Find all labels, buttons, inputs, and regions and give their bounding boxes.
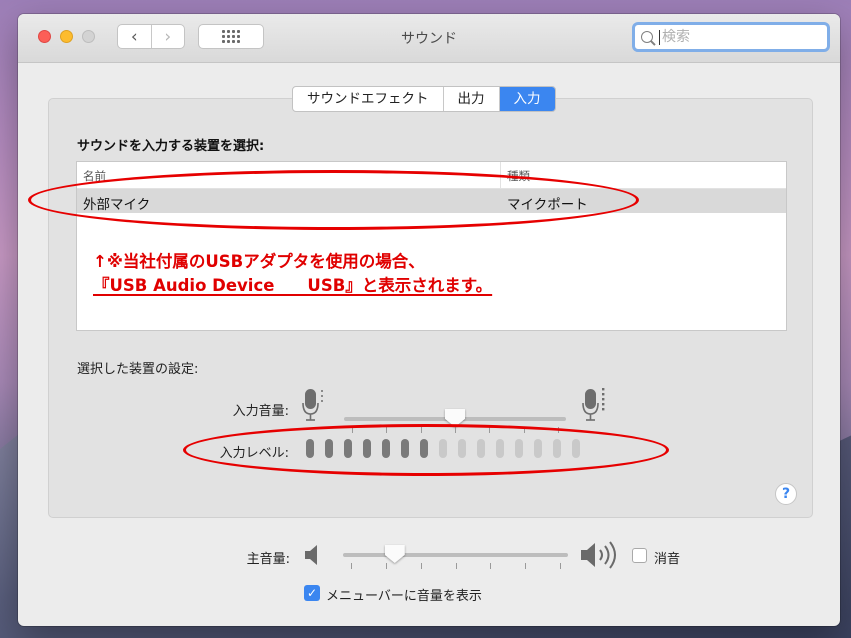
microphone-high-icon [582, 388, 605, 421]
device-select-heading: サウンドを入力する装置を選択: [77, 139, 265, 154]
microphone-low-icon [302, 389, 323, 421]
tab-sound-effects[interactable]: サウンドエフェクト [293, 87, 443, 111]
tab-output[interactable]: 出力 [442, 87, 499, 111]
speaker-high-icon [581, 541, 616, 569]
slider-tick [352, 427, 353, 433]
device-table: 名前 種類 外部マイク マイクポート ↑※当社付属のUSBアダプタを使用の場合、… [76, 161, 787, 331]
annotation-line-1: ↑※当社付属のUSBアダプタを使用の場合、 [93, 252, 425, 271]
slider-tick [420, 427, 422, 433]
input-panel: サウンドを入力する装置を選択: 名前 種類 外部マイク マイクポート ↑※当社付… [48, 98, 813, 518]
help-button[interactable]: ? [775, 483, 797, 505]
table-header: 名前 種類 [77, 162, 786, 189]
main-volume-label: 主音量: [246, 552, 290, 567]
slider-tick [351, 563, 352, 569]
device-name-cell: 外部マイク [83, 197, 151, 213]
level-bar [363, 439, 371, 458]
level-bar [477, 439, 485, 458]
slider-tick [455, 563, 457, 569]
level-bar [534, 439, 542, 458]
device-settings-heading: 選択した装置の設定: [77, 362, 199, 377]
input-volume-label: 入力音量: [232, 404, 289, 419]
show-volume-in-menu-bar-label: メニューバーに音量を表示 [326, 589, 482, 604]
slider-tick [560, 563, 561, 569]
annotation-line-2: 『USB Audio Device USB』と表示されます。 [93, 276, 493, 295]
column-header-type[interactable]: 種類 [507, 168, 530, 184]
search-placeholder: 検索 [659, 29, 690, 45]
table-row[interactable]: 外部マイク マイクポート [77, 189, 786, 213]
show-volume-in-menu-bar-checkbox[interactable]: ✓ [304, 585, 320, 601]
slider-tick [455, 427, 456, 433]
tab-bar: サウンドエフェクト 出力 入力 [292, 86, 556, 112]
level-bar [325, 439, 333, 458]
level-bar [515, 439, 523, 458]
input-level-label: 入力レベル: [219, 446, 289, 461]
checkmark-icon: ✓ [306, 586, 318, 600]
level-bar [572, 439, 580, 458]
column-header-name[interactable]: 名前 [83, 168, 106, 184]
search-icon [641, 31, 653, 43]
level-bar [401, 439, 409, 458]
level-bar [306, 439, 314, 458]
title-bar: ‹ › サウンド 検索 [18, 14, 840, 63]
slider-tick [523, 427, 525, 433]
main-volume-track[interactable] [343, 553, 568, 557]
main-volume-knob[interactable] [384, 545, 405, 563]
slider-tick [490, 563, 492, 569]
slider-tick [386, 427, 388, 433]
slider-tick [525, 563, 527, 569]
level-bar [382, 439, 390, 458]
input-volume-knob[interactable] [445, 409, 465, 427]
level-bar [458, 439, 466, 458]
level-bar [496, 439, 504, 458]
mute-label: 消音 [654, 552, 681, 567]
level-bar [553, 439, 561, 458]
level-bar [420, 439, 428, 458]
mute-checkbox[interactable] [632, 548, 647, 563]
search-field[interactable]: 検索 [632, 22, 830, 52]
sound-preferences-window: ‹ › サウンド 検索 サウンドエフェクト 出力 入力 サウンドを入力する装置を… [18, 14, 840, 626]
slider-tick [558, 427, 559, 433]
device-type-cell: マイクポート [507, 197, 588, 213]
level-bar [344, 439, 352, 458]
slider-tick [420, 563, 422, 569]
slider-tick [489, 427, 491, 433]
speaker-low-icon [305, 545, 317, 565]
level-bar [439, 439, 447, 458]
tab-input[interactable]: 入力 [498, 87, 555, 111]
input-level-meter [306, 439, 580, 458]
slider-tick [385, 563, 387, 569]
